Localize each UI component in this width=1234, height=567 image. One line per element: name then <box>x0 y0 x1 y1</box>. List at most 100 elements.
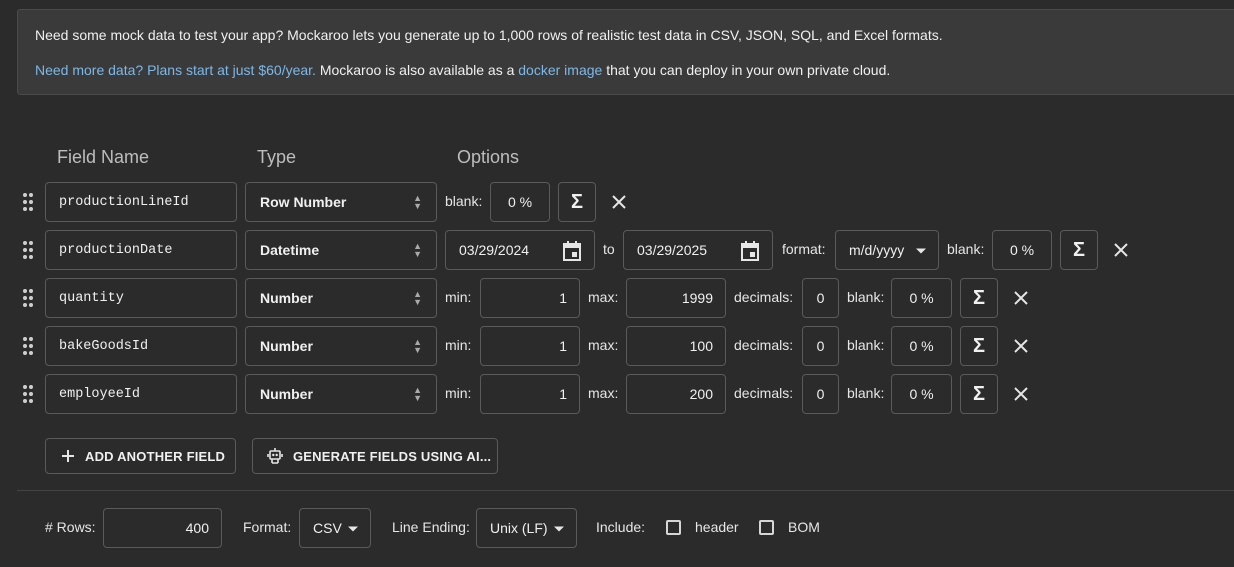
generate-ai-label: GENERATE FIELDS USING AI... <box>293 448 492 464</box>
field-type-select[interactable]: Row Number ▲ ▼ <box>245 182 437 222</box>
decimals-label: decimals: <box>734 337 794 353</box>
blank-percent-input[interactable]: 0 % <box>490 182 550 222</box>
decimals-input[interactable]: 0 <box>802 278 839 318</box>
include-label: Include: <box>596 519 646 535</box>
formula-sigma-button[interactable]: Σ <box>558 182 596 222</box>
field-type-value: Number <box>260 386 313 402</box>
drag-handle-icon[interactable] <box>23 241 35 259</box>
drag-handle-icon[interactable] <box>23 289 35 307</box>
header-checkbox[interactable] <box>666 520 681 535</box>
max-input[interactable]: 1999 <box>626 278 726 318</box>
drag-handle-icon[interactable] <box>23 193 35 211</box>
field-name-input[interactable]: quantity <box>45 278 237 318</box>
line-ending-label: Line Ending: <box>392 519 470 535</box>
field-type-value: Number <box>260 290 313 306</box>
field-type-select[interactable]: Number ▲ ▼ <box>245 278 437 318</box>
updown-chevron-icon: ▲ ▼ <box>413 193 422 211</box>
banner-end-text: that you can deploy in your own private … <box>602 62 891 78</box>
bom-checkbox-label[interactable]: BOM <box>788 519 820 535</box>
output-format-value: CSV <box>313 520 342 536</box>
field-type-select[interactable]: Number ▲ ▼ <box>245 326 437 366</box>
blank-label: blank: <box>847 289 885 305</box>
drag-handle-icon[interactable] <box>23 385 35 403</box>
field-type-select[interactable]: Datetime ▲ ▼ <box>245 230 437 270</box>
blank-percent-input[interactable]: 0 % <box>992 230 1052 270</box>
min-input[interactable]: 1 <box>480 374 580 414</box>
caret-down-icon <box>348 526 358 532</box>
field-type-value: Datetime <box>260 242 320 258</box>
max-label: max: <box>588 385 619 401</box>
remove-field-close-icon[interactable] <box>609 192 629 212</box>
formula-sigma-button[interactable]: Σ <box>1060 230 1098 270</box>
updown-chevron-icon: ▲ ▼ <box>413 241 422 259</box>
bom-checkbox[interactable] <box>759 520 774 535</box>
max-label: max: <box>588 289 619 305</box>
calendar-icon[interactable] <box>740 240 760 262</box>
section-divider <box>17 490 1234 491</box>
updown-chevron-icon: ▲ ▼ <box>413 337 422 355</box>
updown-chevron-icon: ▲ ▼ <box>413 385 422 403</box>
formula-sigma-button[interactable]: Σ <box>960 374 998 414</box>
updown-chevron-icon: ▲ ▼ <box>413 289 422 307</box>
decimals-label: decimals: <box>734 385 794 401</box>
info-banner: Need some mock data to test your app? Mo… <box>17 9 1234 95</box>
caret-down-icon <box>916 248 926 254</box>
add-field-label: ADD ANOTHER FIELD <box>85 448 226 464</box>
add-another-field-button[interactable]: ADD ANOTHER FIELD <box>45 438 236 474</box>
plans-link[interactable]: Need more data? Plans start at just $60/… <box>35 62 316 78</box>
min-label: min: <box>445 337 472 353</box>
remove-field-close-icon[interactable] <box>1011 336 1031 356</box>
field-name-header: Field Name <box>57 147 150 167</box>
decimals-input[interactable]: 0 <box>802 374 839 414</box>
robot-icon <box>267 448 283 464</box>
date-from-value: 03/29/2024 <box>459 242 530 258</box>
min-label: min: <box>445 385 472 401</box>
remove-field-close-icon[interactable] <box>1111 240 1131 260</box>
blank-label: blank: <box>947 241 985 257</box>
blank-percent-input[interactable]: 0 % <box>891 374 952 414</box>
generate-fields-ai-button[interactable]: GENERATE FIELDS USING AI... <box>252 438 498 474</box>
to-label: to <box>603 241 615 257</box>
date-format-select[interactable]: m/d/yyyy <box>835 230 939 270</box>
field-name-input[interactable]: productionDate <box>45 230 237 270</box>
output-format-select[interactable]: CSV <box>299 508 371 548</box>
formula-sigma-button[interactable]: Σ <box>960 278 998 318</box>
caret-down-icon <box>554 526 564 532</box>
blank-label: blank: <box>847 337 885 353</box>
date-to-value: 03/29/2025 <box>637 242 708 258</box>
banner-mid-text: Mockaroo is also available as a <box>315 62 519 78</box>
min-input[interactable]: 1 <box>480 326 580 366</box>
decimals-input[interactable]: 0 <box>802 326 839 366</box>
docker-image-link[interactable]: docker image <box>518 62 602 78</box>
remove-field-close-icon[interactable] <box>1011 288 1031 308</box>
options-header: Options <box>457 147 520 167</box>
drag-handle-icon[interactable] <box>23 337 35 355</box>
min-label: min: <box>445 289 472 305</box>
date-to-input[interactable]: 03/29/2025 <box>623 230 773 270</box>
blank-label: blank: <box>445 193 483 209</box>
line-ending-select[interactable]: Unix (LF) <box>476 508 577 548</box>
blank-percent-input[interactable]: 0 % <box>891 278 952 318</box>
max-label: max: <box>588 337 619 353</box>
line-ending-value: Unix (LF) <box>490 520 548 536</box>
plus-icon <box>62 450 74 462</box>
min-input[interactable]: 1 <box>480 278 580 318</box>
calendar-icon[interactable] <box>562 240 582 262</box>
blank-percent-input[interactable]: 0 % <box>891 326 952 366</box>
field-name-input[interactable]: productionLineId <box>45 182 237 222</box>
banner-intro-text: Need some mock data to test your app? Mo… <box>35 27 943 43</box>
formula-sigma-button[interactable]: Σ <box>960 326 998 366</box>
date-from-input[interactable]: 03/29/2024 <box>445 230 595 270</box>
field-type-select[interactable]: Number ▲ ▼ <box>245 374 437 414</box>
type-header: Type <box>257 147 297 167</box>
rows-label: # Rows: <box>45 519 96 535</box>
field-name-input[interactable]: employeeId <box>45 374 237 414</box>
field-name-input[interactable]: bakeGoodsId <box>45 326 237 366</box>
rows-input[interactable]: 400 <box>103 508 222 548</box>
banner-second-line: Need more data? Plans start at just $60/… <box>35 62 890 78</box>
remove-field-close-icon[interactable] <box>1011 384 1031 404</box>
header-checkbox-label[interactable]: header <box>695 519 739 535</box>
date-format-value: m/d/yyyy <box>849 242 905 258</box>
max-input[interactable]: 200 <box>626 374 726 414</box>
max-input[interactable]: 100 <box>626 326 726 366</box>
